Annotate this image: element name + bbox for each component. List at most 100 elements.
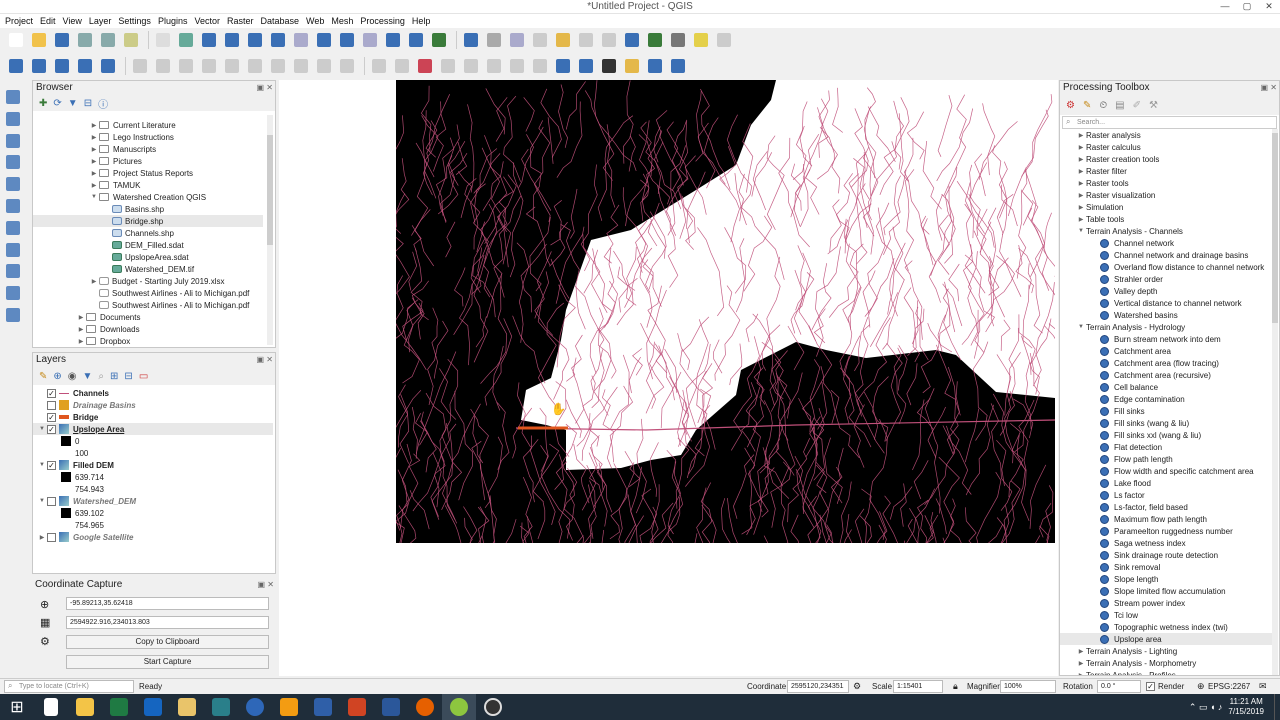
- algorithm-item[interactable]: Tci low: [1060, 609, 1272, 621]
- main-tool-18-icon[interactable]: [383, 30, 403, 50]
- secondary-tool-7-icon[interactable]: [130, 56, 150, 76]
- crs-button[interactable]: EPSG:2267: [1208, 682, 1250, 691]
- secondary-tool-25-icon[interactable]: [530, 56, 550, 76]
- add-layer-1-icon[interactable]: [3, 88, 23, 106]
- algorithm-item[interactable]: Upslope area: [1060, 633, 1272, 645]
- chevron-down-icon[interactable]: ▼: [1076, 228, 1086, 234]
- menu-web[interactable]: Web: [303, 14, 328, 28]
- layer-row[interactable]: ✓ Channels: [33, 387, 273, 399]
- browser-item[interactable]: ▶ Downloads: [76, 323, 140, 335]
- chevron-right-icon[interactable]: ▶: [76, 326, 86, 333]
- chevron-right-icon[interactable]: ▶: [89, 134, 99, 141]
- provider-group[interactable]: ▼ Terrain Analysis - Channels: [1060, 225, 1272, 237]
- panel-controls-icon[interactable]: ▣ ✕: [258, 580, 274, 589]
- algorithm-item[interactable]: Fill sinks xxl (wang & liu): [1060, 429, 1272, 441]
- browser-item[interactable]: ▶ Documents: [76, 311, 141, 323]
- main-tool-17-icon[interactable]: [360, 30, 380, 50]
- algorithm-item[interactable]: Catchment area (recursive): [1060, 369, 1272, 381]
- scale-field[interactable]: 1:15401: [893, 680, 943, 693]
- algorithm-item[interactable]: Flow path length: [1060, 453, 1272, 465]
- provider-group[interactable]: ▶ Simulation: [1060, 201, 1272, 213]
- crosshair-icon[interactable]: ⊕: [40, 598, 49, 611]
- expand-toggle-icon[interactable]: ▶: [37, 534, 47, 541]
- info-icon[interactable]: ⓘ: [98, 96, 108, 111]
- menu-raster[interactable]: Raster: [224, 14, 258, 28]
- layer-visibility-checkbox[interactable]: ✓: [47, 412, 56, 422]
- provider-group[interactable]: ▶ Terrain Analysis - Lighting: [1060, 645, 1272, 657]
- algorithm-item[interactable]: Channel network: [1060, 237, 1272, 249]
- algorithm-item[interactable]: Slope length: [1060, 573, 1272, 585]
- add-layer-7-icon[interactable]: [3, 219, 23, 237]
- add-layer-3-icon[interactable]: [3, 132, 23, 150]
- refresh-icon[interactable]: ⟳: [53, 98, 61, 109]
- secondary-tool-20-icon[interactable]: [415, 56, 435, 76]
- secondary-tool-4-icon[interactable]: [75, 56, 95, 76]
- provider-group[interactable]: ▼ Terrain Analysis - Hydrology: [1060, 321, 1272, 333]
- layer-visibility-checkbox[interactable]: [47, 400, 56, 410]
- messages-icon[interactable]: ✉: [1259, 681, 1267, 692]
- expand-icon[interactable]: ⊞: [110, 371, 118, 382]
- provider-group[interactable]: ▶ Table tools: [1060, 213, 1272, 225]
- algorithm-item[interactable]: Valley depth: [1060, 285, 1272, 297]
- algorithm-item[interactable]: Catchment area: [1060, 345, 1272, 357]
- algorithm-item[interactable]: Strahler order: [1060, 273, 1272, 285]
- main-tool-20-icon[interactable]: [429, 30, 449, 50]
- folder-icon[interactable]: [170, 694, 204, 720]
- secondary-tool-31-icon[interactable]: [668, 56, 688, 76]
- main-tool-11-icon[interactable]: [222, 30, 242, 50]
- secondary-tool-21-icon[interactable]: [438, 56, 458, 76]
- r-icon[interactable]: [238, 694, 272, 720]
- main-tool-9-icon[interactable]: [176, 30, 196, 50]
- chevron-down-icon[interactable]: ▼: [1076, 324, 1086, 330]
- secondary-tool-30-icon[interactable]: [645, 56, 665, 76]
- layer-row[interactable]: 639.714: [33, 471, 273, 483]
- algorithm-item[interactable]: Burn stream network into dem: [1060, 333, 1272, 345]
- add-icon[interactable]: ✚: [39, 98, 47, 109]
- secondary-tool-29-icon[interactable]: [622, 56, 642, 76]
- close-icon[interactable]: ✕: [1258, 0, 1280, 14]
- grid-icon[interactable]: ▦: [40, 616, 50, 629]
- menu-mesh[interactable]: Mesh: [328, 14, 357, 28]
- main-tool-12-icon[interactable]: [245, 30, 265, 50]
- add-layer-4-icon[interactable]: [3, 153, 23, 171]
- remove-layer-icon[interactable]: ▭: [139, 371, 148, 382]
- browser-item[interactable]: UpslopeArea.sdat: [102, 251, 189, 263]
- obs-icon[interactable]: [476, 694, 510, 720]
- layer-visibility-checkbox[interactable]: [47, 532, 56, 542]
- provider-group[interactable]: ▶Terrain Analysis - Profiles: [1060, 669, 1272, 676]
- secondary-tool-3-icon[interactable]: [52, 56, 72, 76]
- powerpoint-icon[interactable]: [340, 694, 374, 720]
- main-tool-15-icon[interactable]: [314, 30, 334, 50]
- tray-icons[interactable]: ⌃ ▭ ◖ ♪: [1189, 702, 1222, 713]
- provider-group[interactable]: ▶ Terrain Analysis - Morphometry: [1060, 657, 1272, 669]
- algorithm-item[interactable]: Watershed basins: [1060, 309, 1272, 321]
- chevron-right-icon[interactable]: ▶: [1076, 660, 1086, 667]
- file-explorer-icon[interactable]: [68, 694, 102, 720]
- provider-group[interactable]: ▶ Raster creation tools: [1060, 153, 1272, 165]
- main-tool-26-icon[interactable]: [553, 30, 573, 50]
- algorithm-item[interactable]: Flow width and specific catchment area: [1060, 465, 1272, 477]
- copy-to-clipboard-button[interactable]: Copy to Clipboard: [66, 635, 269, 649]
- algorithm-item[interactable]: Sink drainage route detection: [1060, 549, 1272, 561]
- edit-features-icon[interactable]: ✐: [1133, 100, 1141, 111]
- toolbox-scrollbar[interactable]: [1272, 129, 1278, 675]
- expand-toggle-icon[interactable]: ▼: [37, 426, 47, 432]
- chevron-right-icon[interactable]: ▶: [89, 122, 99, 129]
- layer-row[interactable]: 754.965: [33, 519, 273, 531]
- chevron-right-icon[interactable]: ▶: [89, 170, 99, 177]
- secondary-tool-16-icon[interactable]: [337, 56, 357, 76]
- main-tool-23-icon[interactable]: [484, 30, 504, 50]
- main-tool-19-icon[interactable]: [406, 30, 426, 50]
- main-tool-14-icon[interactable]: [291, 30, 311, 50]
- main-tool-5-icon[interactable]: [98, 30, 118, 50]
- algorithm-item[interactable]: Stream power index: [1060, 597, 1272, 609]
- secondary-tool-28-icon[interactable]: [599, 56, 619, 76]
- algorithm-item[interactable]: Sink removal: [1060, 561, 1272, 573]
- algorithm-item[interactable]: Ls factor: [1060, 489, 1272, 501]
- main-tool-1-icon[interactable]: [6, 30, 26, 50]
- add-layer-10-icon[interactable]: [3, 284, 23, 302]
- locator-input[interactable]: Type to locate (Ctrl+K): [4, 680, 134, 693]
- secondary-tool-11-icon[interactable]: [222, 56, 242, 76]
- secondary-tool-13-icon[interactable]: [268, 56, 288, 76]
- algorithm-item[interactable]: Cell balance: [1060, 381, 1272, 393]
